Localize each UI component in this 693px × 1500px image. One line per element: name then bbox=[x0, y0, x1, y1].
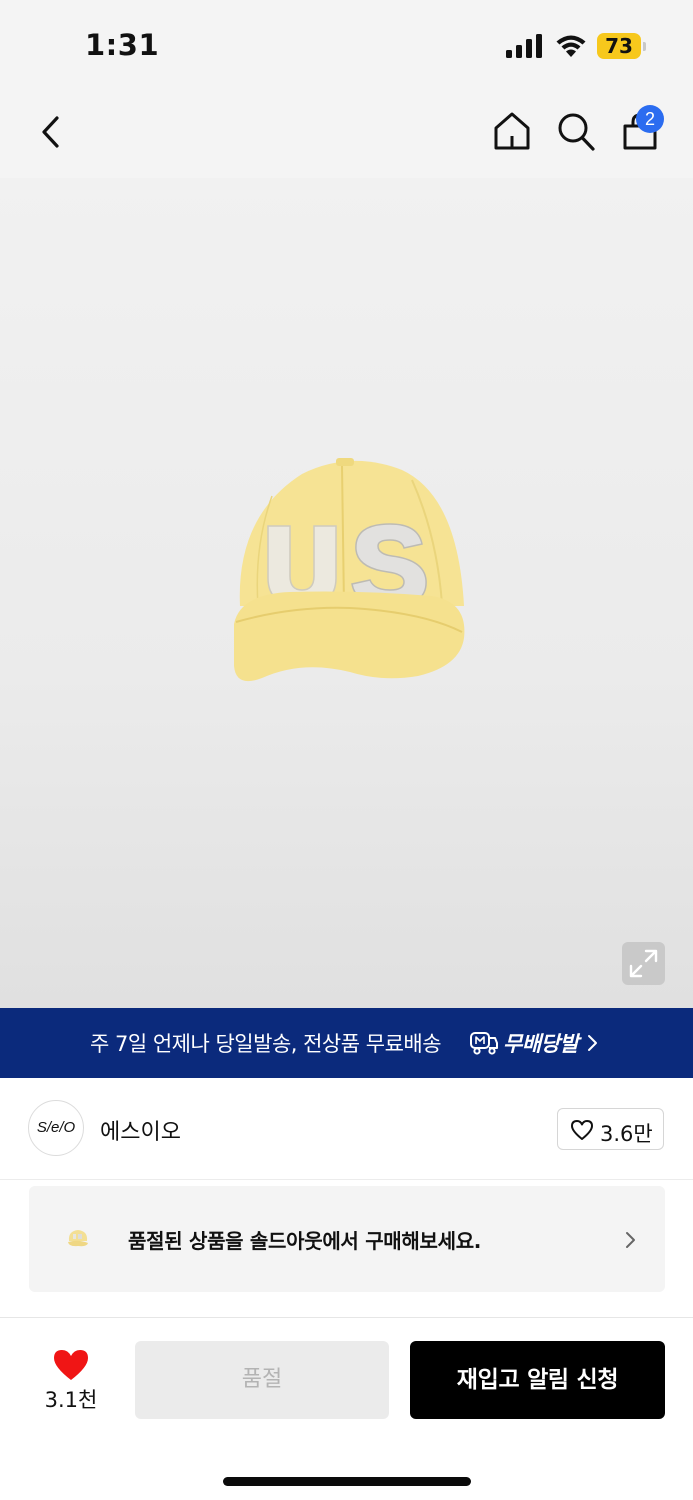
brand-like-button[interactable]: 3.6만 bbox=[557, 1108, 664, 1150]
home-icon[interactable] bbox=[490, 109, 534, 153]
cap-thumbnail bbox=[68, 1230, 88, 1247]
yellow-cap-image bbox=[234, 458, 465, 682]
delivery-promo-banner[interactable]: 주 7일 언제나 당일발송, 전상품 무료배송 무배당발 bbox=[0, 1008, 693, 1078]
heart-outline-icon bbox=[571, 1120, 593, 1140]
battery-indicator: 73 bbox=[597, 33, 647, 59]
wifi-icon bbox=[556, 35, 586, 57]
expand-image-button[interactable] bbox=[622, 942, 665, 985]
promo-brand: 무배당발 bbox=[503, 1032, 579, 1056]
restock-alert-button[interactable]: 재입고 알림 신청 bbox=[410, 1341, 665, 1419]
brand-logo[interactable]: S/e/O bbox=[28, 1100, 84, 1156]
cellular-signal-icon bbox=[506, 34, 542, 58]
expand-icon bbox=[629, 949, 658, 978]
soldout-notice-text: 품절된 상품을 솔드아웃에서 구매해보세요. bbox=[128, 1229, 482, 1253]
product-image[interactable] bbox=[0, 178, 693, 1008]
home-indicator bbox=[223, 1477, 471, 1486]
chevron-right-icon bbox=[588, 1035, 597, 1051]
soldout-notice-card[interactable]: 품절된 상품을 솔드아웃에서 구매해보세요. bbox=[29, 1186, 665, 1292]
wish-count: 3.1천 bbox=[44, 1388, 98, 1412]
battery-cap bbox=[643, 42, 646, 51]
soldout-button[interactable]: 품절 bbox=[135, 1341, 389, 1419]
brand-row: S/e/O 에스이오 3.6만 bbox=[0, 1078, 693, 1180]
cart-count-badge: 2 bbox=[636, 105, 664, 133]
bottom-action-bar: 3.1천 품절 재입고 알림 신청 bbox=[0, 1317, 693, 1500]
status-bar: 1:31 73 bbox=[0, 0, 693, 90]
delivery-truck-icon bbox=[470, 1032, 498, 1055]
heart-filled-icon[interactable] bbox=[52, 1348, 90, 1382]
search-icon[interactable] bbox=[555, 109, 597, 153]
brand-like-count: 3.6만 bbox=[600, 1122, 653, 1146]
chevron-right-icon bbox=[626, 1232, 635, 1248]
nav-bar: 2 bbox=[0, 90, 693, 178]
brand-name[interactable]: 에스이오 bbox=[100, 1114, 181, 1146]
status-time: 1:31 bbox=[85, 28, 160, 62]
back-icon[interactable] bbox=[36, 112, 66, 152]
promo-text: 주 7일 언제나 당일발송, 전상품 무료배송 bbox=[90, 1032, 442, 1056]
battery-level: 73 bbox=[605, 34, 633, 58]
